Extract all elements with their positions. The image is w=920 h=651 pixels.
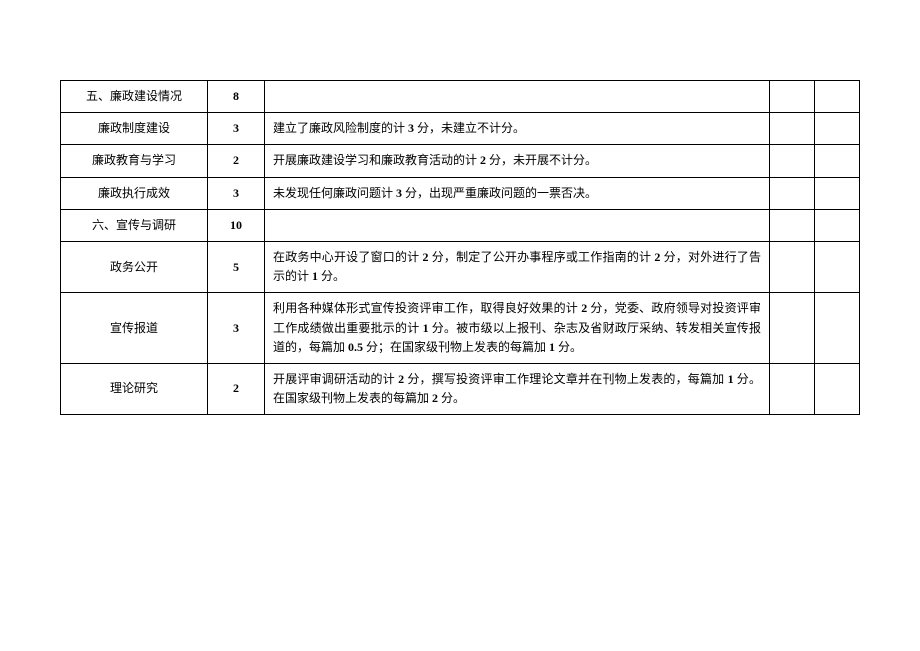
- empty-cell: [770, 209, 815, 241]
- row-score: 2: [208, 363, 265, 414]
- row-description: [265, 209, 770, 241]
- row-description: 开展廉政建设学习和廉政教育活动的计 2 分，未开展不计分。: [265, 145, 770, 177]
- empty-cell: [815, 241, 860, 292]
- table-row: 宣传报道3利用各种媒体形式宣传投资评审工作，取得良好效果的计 2 分，党委、政府…: [61, 293, 860, 364]
- empty-cell: [770, 145, 815, 177]
- empty-cell: [770, 363, 815, 414]
- row-label: 宣传报道: [61, 293, 208, 364]
- row-description: 在政务中心开设了窗口的计 2 分，制定了公开办事程序或工作指南的计 2 分，对外…: [265, 241, 770, 292]
- empty-cell: [770, 241, 815, 292]
- table-row: 理论研究2开展评审调研活动的计 2 分，撰写投资评审工作理论文章并在刊物上发表的…: [61, 363, 860, 414]
- row-score: 3: [208, 177, 265, 209]
- row-description: [265, 81, 770, 113]
- row-label: 廉政执行成效: [61, 177, 208, 209]
- scoring-table: 五、廉政建设情况8廉政制度建设3建立了廉政风险制度的计 3 分，未建立不计分。廉…: [60, 80, 860, 415]
- empty-cell: [815, 113, 860, 145]
- row-score: 3: [208, 113, 265, 145]
- empty-cell: [770, 177, 815, 209]
- table-row: 廉政执行成效3未发现任何廉政问题计 3 分，出现严重廉政问题的一票否决。: [61, 177, 860, 209]
- empty-cell: [815, 145, 860, 177]
- row-score: 2: [208, 145, 265, 177]
- row-label: 理论研究: [61, 363, 208, 414]
- row-label: 廉政制度建设: [61, 113, 208, 145]
- empty-cell: [815, 177, 860, 209]
- table-row: 政务公开5在政务中心开设了窗口的计 2 分，制定了公开办事程序或工作指南的计 2…: [61, 241, 860, 292]
- empty-cell: [770, 81, 815, 113]
- table-row: 廉政教育与学习2开展廉政建设学习和廉政教育活动的计 2 分，未开展不计分。: [61, 145, 860, 177]
- row-score: 5: [208, 241, 265, 292]
- row-description: 建立了廉政风险制度的计 3 分，未建立不计分。: [265, 113, 770, 145]
- table-row: 六、宣传与调研10: [61, 209, 860, 241]
- row-description: 开展评审调研活动的计 2 分，撰写投资评审工作理论文章并在刊物上发表的，每篇加 …: [265, 363, 770, 414]
- empty-cell: [815, 81, 860, 113]
- row-label: 政务公开: [61, 241, 208, 292]
- empty-cell: [815, 363, 860, 414]
- empty-cell: [815, 209, 860, 241]
- row-label: 五、廉政建设情况: [61, 81, 208, 113]
- row-description: 未发现任何廉政问题计 3 分，出现严重廉政问题的一票否决。: [265, 177, 770, 209]
- empty-cell: [770, 113, 815, 145]
- empty-cell: [815, 293, 860, 364]
- empty-cell: [770, 293, 815, 364]
- row-score: 10: [208, 209, 265, 241]
- table-row: 五、廉政建设情况8: [61, 81, 860, 113]
- row-score: 3: [208, 293, 265, 364]
- row-label: 六、宣传与调研: [61, 209, 208, 241]
- row-score: 8: [208, 81, 265, 113]
- row-description: 利用各种媒体形式宣传投资评审工作，取得良好效果的计 2 分，党委、政府领导对投资…: [265, 293, 770, 364]
- row-label: 廉政教育与学习: [61, 145, 208, 177]
- table-row: 廉政制度建设3建立了廉政风险制度的计 3 分，未建立不计分。: [61, 113, 860, 145]
